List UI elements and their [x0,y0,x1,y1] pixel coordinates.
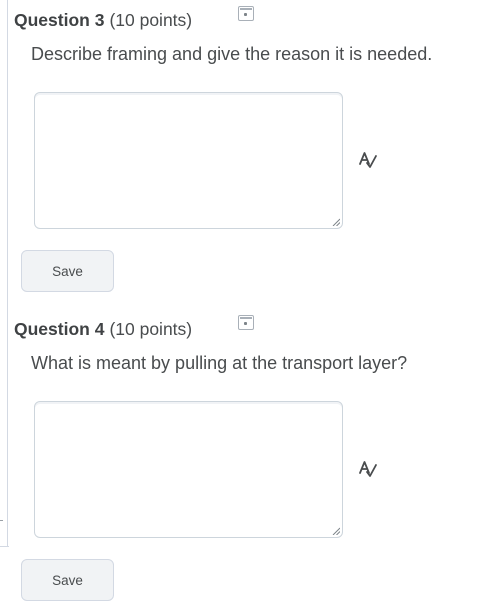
spellcheck-icon[interactable] [358,150,378,170]
question-title: Question 4 [14,318,105,339]
question-3: Question 3 (10 points) Describe framing … [0,0,491,300]
question-header: Question 3 (10 points) [14,8,192,32]
resize-grip-icon[interactable] [332,527,340,535]
resize-grip-icon[interactable] [332,218,340,226]
save-button[interactable]: Save [21,250,114,292]
question-prompt: Describe framing and give the reason it … [31,44,433,64]
save-button[interactable]: Save [21,559,114,601]
question-prompt: What is meant by pulling at the transpor… [31,353,408,373]
question-4: Question 4 (10 points) What is meant by … [0,309,491,609]
answer-textarea[interactable] [34,401,343,538]
spellcheck-icon[interactable] [358,459,378,479]
flag-question-icon[interactable] [238,6,254,21]
flag-question-icon[interactable] [238,315,254,330]
question-title: Question 3 [14,9,105,30]
answer-textarea[interactable] [34,92,343,229]
question-points: (10 points) [109,9,193,30]
question-header: Question 4 (10 points) [14,317,192,341]
question-points: (10 points) [109,318,193,339]
